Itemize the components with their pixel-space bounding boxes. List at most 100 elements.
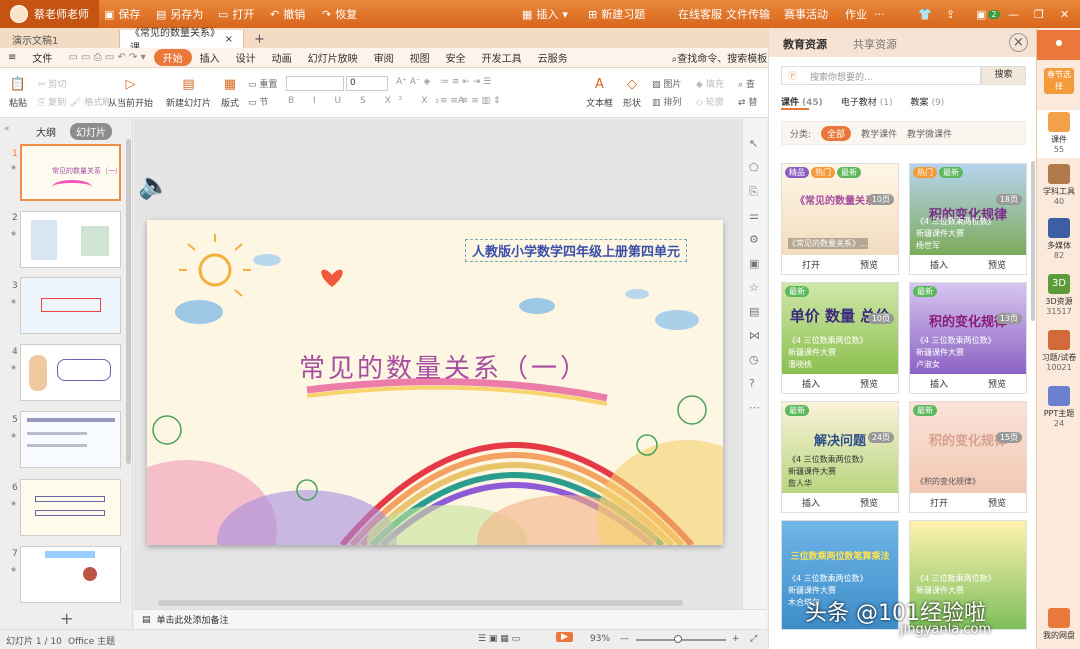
from-current-button[interactable]: ▷ 从当前开始	[108, 74, 153, 110]
select-icon[interactable]: ↖	[749, 137, 758, 150]
insert-button[interactable]: 插入	[802, 377, 820, 390]
open-button[interactable]: 打开	[802, 258, 820, 271]
resource-card[interactable]: 最新 解决问题 24页 《4 三位数乘两位数》 新疆课件大赛 詹人华 插入 预览	[781, 401, 899, 513]
tab-home[interactable]: 开始	[153, 49, 192, 66]
new-exercise-button[interactable]: ⊞ 新建习题	[588, 0, 645, 28]
minimize-icon[interactable]: —	[1008, 0, 1019, 28]
resource-card[interactable]: 最新 积的变化规律 13页 《4 三位数乘两位数》 新疆课件大赛 卢淑女 插入预…	[909, 282, 1027, 394]
redo-button[interactable]: ↷ 恢复	[322, 0, 357, 28]
quick-access[interactable]: ▭ ▭ ⎙ ▭ ↶ ↷ ▾	[60, 52, 153, 63]
category-lesson-plan[interactable]: 教案 (9)	[911, 95, 945, 108]
notes-bar[interactable]: ▤ 单击此处添加备注	[134, 609, 766, 629]
category-ebook[interactable]: 电子教材 (1)	[841, 95, 893, 108]
layout-button[interactable]: ▦ 版式	[220, 74, 240, 110]
rail-ppt-themes[interactable]: PPT主题 24	[1037, 386, 1080, 428]
help-circle-icon[interactable]: ?	[749, 377, 755, 390]
more-button[interactable]: ···	[874, 0, 885, 28]
resource-card[interactable]: 精品 热门 最新 《常见的数量关系》 10页 《常见的数量关系》... 打开 预览	[781, 163, 899, 275]
resource-card[interactable]: 最新 单价 数量 总价 10页 《4 三位数乘两位数》 新疆课件大赛 潘晓桃 插…	[781, 282, 899, 394]
zoom-level[interactable]: 93%	[590, 634, 610, 644]
tab-presentation-1[interactable]: 演示文稿1	[2, 30, 120, 48]
filter-courseware[interactable]: 教学课件	[861, 127, 897, 140]
upload-icon[interactable]: ⇪	[946, 0, 955, 28]
tab-review[interactable]: 审阅	[366, 50, 402, 65]
zoom-slider-handle[interactable]	[674, 635, 682, 643]
cut-button[interactable]: ✂ 剪切	[38, 77, 66, 90]
add-slide-button[interactable]: +	[60, 609, 73, 628]
close-tab-icon[interactable]: ×	[225, 34, 233, 45]
tab-view[interactable]: 视图	[402, 50, 438, 65]
new-tab-button[interactable]: +	[244, 30, 275, 48]
file-transfer-link[interactable]: 文件传输	[726, 0, 770, 28]
preview-button[interactable]: 预览	[988, 258, 1006, 271]
tab-shared-resources[interactable]: 共享资源	[853, 36, 897, 52]
section-button[interactable]: ▭ 节	[248, 95, 268, 108]
paragraph-buttons[interactable]: ≔ ≡ ⇤ ⇥ ☰	[440, 77, 491, 87]
fit-window-icon[interactable]: ⤢	[750, 634, 757, 644]
notification-icon[interactable]: ▣ 2	[976, 0, 1000, 28]
replace-button[interactable]: ⇄ 替	[738, 95, 757, 108]
slideshow-button[interactable]: ▶	[556, 632, 573, 642]
open-button[interactable]: ▭ 打开	[218, 0, 254, 28]
user-menu[interactable]: 蔡老师老师	[0, 0, 99, 28]
adjust-icon[interactable]: ⚌	[749, 209, 759, 222]
more-tools-icon[interactable]: ⋯	[749, 401, 760, 414]
textbox-button[interactable]: A 文本框	[586, 74, 613, 110]
insert-button[interactable]: 插入	[802, 496, 820, 509]
reset-button[interactable]: ▭ 重置	[248, 77, 277, 90]
tab-security[interactable]: 安全	[438, 50, 474, 65]
share-icon[interactable]: ⋈	[749, 329, 760, 342]
homework-link[interactable]: 作业	[845, 0, 867, 28]
resource-search-button[interactable]: 搜索	[981, 66, 1026, 85]
rail-festival[interactable]: 春节选择	[1037, 68, 1080, 96]
collapse-panel-icon[interactable]: «	[4, 124, 10, 134]
slide-thumb-7[interactable]	[20, 546, 121, 603]
shape-button[interactable]: ◇ 形状	[622, 74, 642, 110]
resource-card[interactable]: 最新 积的变化规律 15页 《积的变化规律》 打开 预览	[909, 401, 1027, 513]
slide-subtitle[interactable]: 人教版小学数学四年级上册第四单元	[465, 239, 688, 262]
restore-icon[interactable]: ❐	[1034, 0, 1044, 28]
tab-design[interactable]: 设计	[228, 50, 264, 65]
find-button[interactable]: ⌕ 查	[738, 77, 755, 90]
history-icon[interactable]: ◷	[749, 353, 759, 366]
outline-tab[interactable]: 大纲	[30, 123, 62, 140]
category-courseware[interactable]: 课件 (45)	[781, 95, 823, 108]
filter-all[interactable]: 全部	[821, 125, 852, 141]
contest-link[interactable]: 赛事活动	[784, 0, 828, 28]
undo-button[interactable]: ↶ 撤销	[270, 0, 305, 28]
rail-cloud-drive[interactable]: 我的网盘	[1037, 608, 1080, 641]
rail-avatar[interactable]: ●	[1037, 30, 1080, 60]
tab-current-doc[interactable]: 《常见的数量关系》课...×	[120, 28, 244, 54]
insert-button[interactable]: 插入	[930, 258, 948, 271]
open-button[interactable]: 打开	[930, 496, 948, 509]
rail-exercises[interactable]: 习题/试卷 10021	[1037, 330, 1080, 372]
resource-search-input[interactable]: Ⓟ 搜索你想要的...	[781, 66, 981, 85]
arrange-button[interactable]: ▥ 排列	[652, 95, 681, 108]
slide-thumb-5[interactable]	[20, 411, 121, 468]
picture-button[interactable]: ▧ 图片	[652, 77, 681, 90]
zoom-out-icon[interactable]: —	[620, 634, 629, 644]
close-window-icon[interactable]: ✕	[1060, 0, 1069, 28]
font-family-select[interactable]	[286, 76, 344, 91]
new-slide-button[interactable]: ▤ 新建幻灯片	[166, 74, 211, 110]
paste-button[interactable]: 📋 粘贴	[8, 74, 28, 110]
font-grow-icon[interactable]: A⁺ A⁻ ◈	[396, 77, 430, 87]
close-icon[interactable]: ×	[1009, 33, 1028, 52]
slide-thumb-1[interactable]: 常见的数量关系（一）	[20, 144, 122, 201]
slide-panel-scrollbar[interactable]	[126, 139, 131, 464]
tab-edu-resources[interactable]: 教育资源	[783, 36, 827, 52]
format-painter-button[interactable]: 🖌 格式刷	[70, 95, 111, 108]
insert-menu-button[interactable]: ▦ 插入 ▾	[522, 0, 568, 28]
align-buttons[interactable]: ≡ ≡ ≡ ≡ ▥ ⇕	[440, 96, 501, 106]
slide-thumb-3[interactable]	[20, 277, 121, 334]
star-tool-icon[interactable]: ☆	[749, 281, 759, 294]
preview-button[interactable]: 预览	[988, 377, 1006, 390]
tab-cloud[interactable]: 云服务	[530, 50, 576, 65]
menu-icon[interactable]: ≡	[0, 52, 24, 63]
rail-3d-resources[interactable]: 3D 3D资源 31517	[1037, 274, 1080, 316]
preview-button[interactable]: 预览	[860, 258, 878, 271]
settings-icon[interactable]: ⚙	[749, 233, 759, 246]
resource-card[interactable]: 热门 最新 积的变化规律 18页 《4 三位数乘两位数》 新疆课件大赛 杨世军 …	[909, 163, 1027, 275]
normal-view-icon[interactable]: ☰ ▣ ▦ ▭	[478, 634, 520, 644]
resource-scrollbar[interactable]	[1031, 161, 1035, 321]
